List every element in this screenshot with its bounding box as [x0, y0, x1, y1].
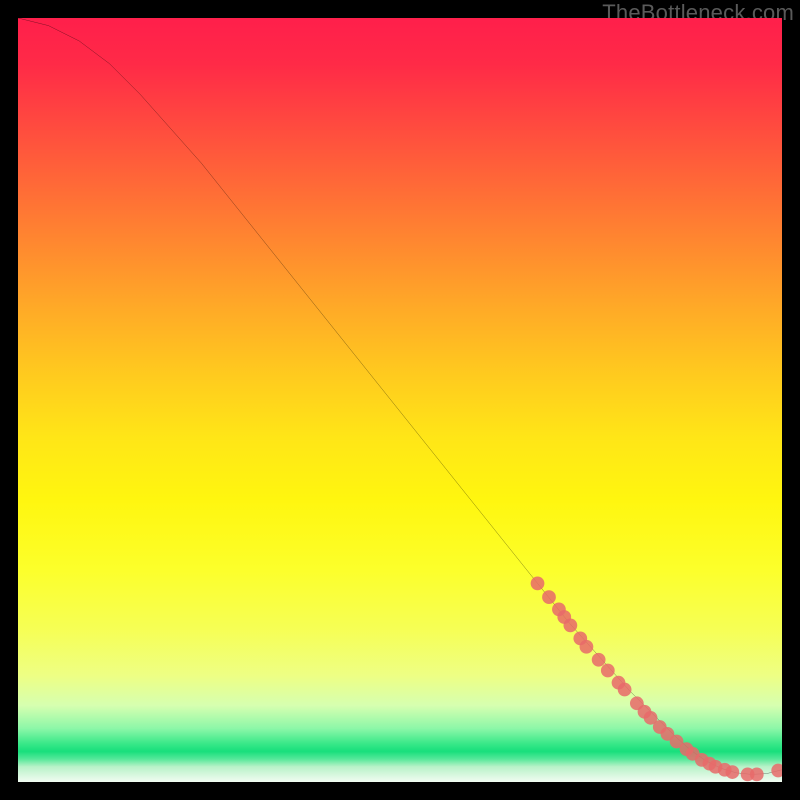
chart-frame: TheBottleneck.com	[0, 0, 800, 800]
highlight-point	[592, 653, 606, 667]
highlight-point	[750, 767, 764, 781]
chart-svg	[18, 18, 782, 782]
highlight-points-group	[531, 576, 782, 781]
highlight-point	[531, 576, 545, 590]
curve-line	[18, 18, 782, 774]
highlight-point	[771, 764, 782, 778]
highlight-point	[618, 683, 632, 697]
highlight-point	[542, 590, 556, 604]
highlight-point	[580, 640, 594, 654]
plot-area	[18, 18, 782, 782]
highlight-point	[601, 664, 615, 678]
highlight-point	[725, 765, 739, 779]
highlight-point	[563, 619, 577, 633]
